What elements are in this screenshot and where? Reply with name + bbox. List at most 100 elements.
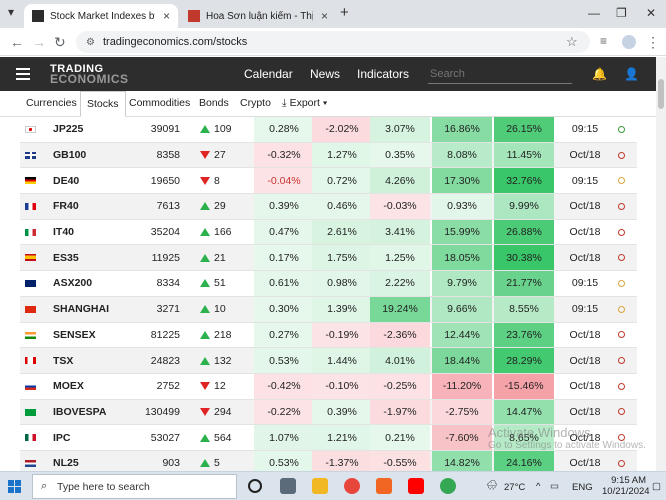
file-explorer-icon[interactable]	[312, 478, 328, 494]
index-name[interactable]: FR40	[53, 194, 79, 219]
app-green-icon[interactable]	[440, 478, 456, 494]
flag-icon	[25, 203, 36, 211]
cortana-icon[interactable]	[248, 479, 262, 493]
maximize-icon[interactable]: ❐	[616, 6, 627, 20]
close-tab-icon[interactable]: ×	[321, 9, 328, 23]
youtube-icon[interactable]	[408, 478, 424, 494]
table-row[interactable]: FR40 7613 29 0.39% 0.46% -0.03% 0.93% 9.99% Oct/…	[20, 194, 637, 220]
notifications-icon[interactable]: ▢	[652, 481, 661, 492]
nav-news[interactable]: News	[310, 67, 340, 81]
app-d-icon[interactable]	[376, 478, 392, 494]
forward-icon[interactable]: →	[32, 34, 46, 50]
weather-icon[interactable]: 🌧	[486, 480, 498, 491]
table-row[interactable]: ASX200 8334 51 0.61% 0.98% 2.22% 9.79% 21.77% 09…	[20, 271, 637, 297]
table-row[interactable]: GB100 8358 27 -0.32% 1.27% 0.35% 8.08% 11.45% Oc…	[20, 142, 637, 169]
notification-bell-icon[interactable]: 🔔	[592, 67, 607, 81]
index-name[interactable]: ASX200	[53, 271, 92, 296]
menu-icon[interactable]: ⋮	[646, 34, 660, 51]
site-search-input[interactable]	[428, 64, 572, 84]
last-update: Oct/18	[569, 354, 601, 367]
index-name[interactable]: GB100	[53, 143, 86, 168]
language-indicator[interactable]: ENG	[572, 482, 593, 493]
pct-cell: 15.99%	[432, 219, 492, 245]
pct-cell: -11.20%	[432, 373, 492, 399]
clock[interactable]: 9:15 AM 10/21/2024	[602, 475, 650, 497]
profile-avatar-icon[interactable]	[622, 35, 636, 49]
clock-icon	[616, 271, 626, 296]
site-logo[interactable]: TRADING ECONOMICS	[50, 64, 129, 86]
close-window-icon[interactable]: ✕	[646, 6, 656, 20]
table-row[interactable]: TSX 24823 132 0.53% 1.44% 4.01% 18.44% 28.29% Oc…	[20, 348, 637, 374]
table-row[interactable]: DE40 19650 8 -0.04% 0.72% 4.26% 17.30% 32.76% 09…	[20, 168, 637, 195]
windows-start-icon[interactable]	[8, 480, 21, 493]
table-row[interactable]: JP225 39091 109 0.28% -2.02% 3.07% 16.86% 26.15…	[20, 117, 637, 143]
nav-indicators[interactable]: Indicators	[357, 67, 409, 81]
export-label: Export	[289, 97, 320, 109]
pct-cell: 0.17%	[254, 245, 314, 271]
pct-cell: 1.39%	[312, 296, 372, 322]
index-name[interactable]: SHANGHAI	[53, 297, 109, 322]
index-change: 294	[200, 400, 260, 425]
pct-cell: 18.44%	[432, 348, 492, 373]
pct-cell: 21.77%	[494, 271, 554, 296]
subnav-currencies[interactable]: Currencies	[20, 91, 83, 117]
tab-stocks[interactable]: Stock Market Indexes by Count ×	[24, 4, 178, 28]
task-view-icon[interactable]	[280, 478, 296, 494]
address-bar[interactable]: ⚙ tradingeconomics.com/stocks	[76, 31, 590, 53]
tray-chevron-icon[interactable]: ^	[536, 481, 540, 492]
hamburger-menu-icon[interactable]	[16, 68, 30, 80]
page-scrollbar[interactable]	[656, 57, 666, 471]
table-row[interactable]: ES35 11925 21 0.17% 1.75% 1.25% 18.05% 30.38% Oc…	[20, 245, 637, 272]
arrow-up-icon	[200, 279, 210, 288]
pct-cell: 1.75%	[312, 245, 372, 271]
user-account-icon[interactable]: 👤	[624, 67, 639, 81]
download-icon: ⤓	[282, 97, 287, 109]
table-row[interactable]: MOEX 2752 12 -0.42% -0.10% -0.25% -11.20% -15.4…	[20, 373, 637, 400]
browser-tab-strip: ▾ Stock Market Indexes by Count × Hoa Sơ…	[0, 0, 666, 28]
index-name[interactable]: MOEX	[53, 374, 84, 399]
index-name[interactable]: ES35	[53, 245, 79, 270]
pct-cell: 9.79%	[432, 271, 492, 296]
chrome-icon[interactable]	[344, 478, 360, 494]
index-name[interactable]: IBOVESPA	[53, 400, 106, 425]
index-name[interactable]: JP225	[53, 117, 83, 142]
index-name[interactable]: IPC	[53, 425, 71, 450]
clock-icon	[616, 143, 626, 168]
tab-search-icon[interactable]: ▾	[8, 5, 14, 19]
index-name[interactable]: DE40	[53, 168, 79, 193]
subnav-commodities[interactable]: Commodities	[123, 91, 196, 117]
close-tab-icon[interactable]: ×	[163, 9, 170, 23]
index-change: 132	[200, 348, 260, 373]
reload-icon[interactable]: ↻	[54, 34, 66, 51]
taskbar-search-input[interactable]: ⌕ Type here to search	[32, 474, 237, 499]
subnav-stocks[interactable]: Stocks	[80, 91, 126, 117]
media-icon[interactable]: ≡	[600, 34, 607, 48]
search-icon: ⌕	[41, 480, 48, 492]
arrow-down-icon	[200, 151, 210, 160]
nav-calendar[interactable]: Calendar	[244, 67, 293, 81]
index-name[interactable]: IT40	[53, 220, 74, 245]
site-info-icon[interactable]: ⚙	[86, 37, 95, 48]
table-row[interactable]: IT40 35204 166 0.47% 2.61% 3.41% 15.99% 26.88% O…	[20, 219, 637, 246]
stocks-table: JP225 39091 109 0.28% -2.02% 3.07% 16.86% 26.15…	[20, 117, 637, 477]
flag-icon	[25, 280, 36, 288]
table-row[interactable]: IBOVESPA 130499 294 -0.22% 0.39% -1.97% -2.75%…	[20, 399, 637, 426]
export-dropdown[interactable]: ⤓ Export ▾	[276, 91, 333, 117]
subnav-bonds[interactable]: Bonds	[193, 91, 235, 117]
new-tab-icon[interactable]: +	[340, 4, 349, 21]
pct-cell: 1.21%	[312, 425, 372, 450]
subnav-crypto[interactable]: Crypto	[234, 91, 277, 117]
table-row[interactable]: SHANGHAI 3271 10 0.30% 1.39% 19.24% 9.66% 8.55%…	[20, 296, 637, 323]
tab-hoa-son[interactable]: Hoa Sơn luận kiếm - Thị trường ×	[180, 4, 336, 28]
table-row[interactable]: SENSEX 81225 218 0.27% -0.19% -2.36% 12.44% 23.…	[20, 322, 637, 349]
minimize-icon[interactable]: —	[588, 6, 600, 20]
bookmark-star-icon[interactable]: ☆	[566, 34, 578, 50]
site-favicon-icon	[188, 10, 200, 22]
pct-cell: 32.76%	[494, 168, 554, 194]
last-update: 09:15	[571, 123, 599, 136]
index-price: 39091	[150, 123, 180, 136]
back-icon[interactable]: ←	[10, 34, 24, 50]
network-icon[interactable]: ▭	[550, 481, 559, 492]
index-name[interactable]: SENSEX	[53, 323, 96, 348]
index-name[interactable]: TSX	[53, 348, 73, 373]
